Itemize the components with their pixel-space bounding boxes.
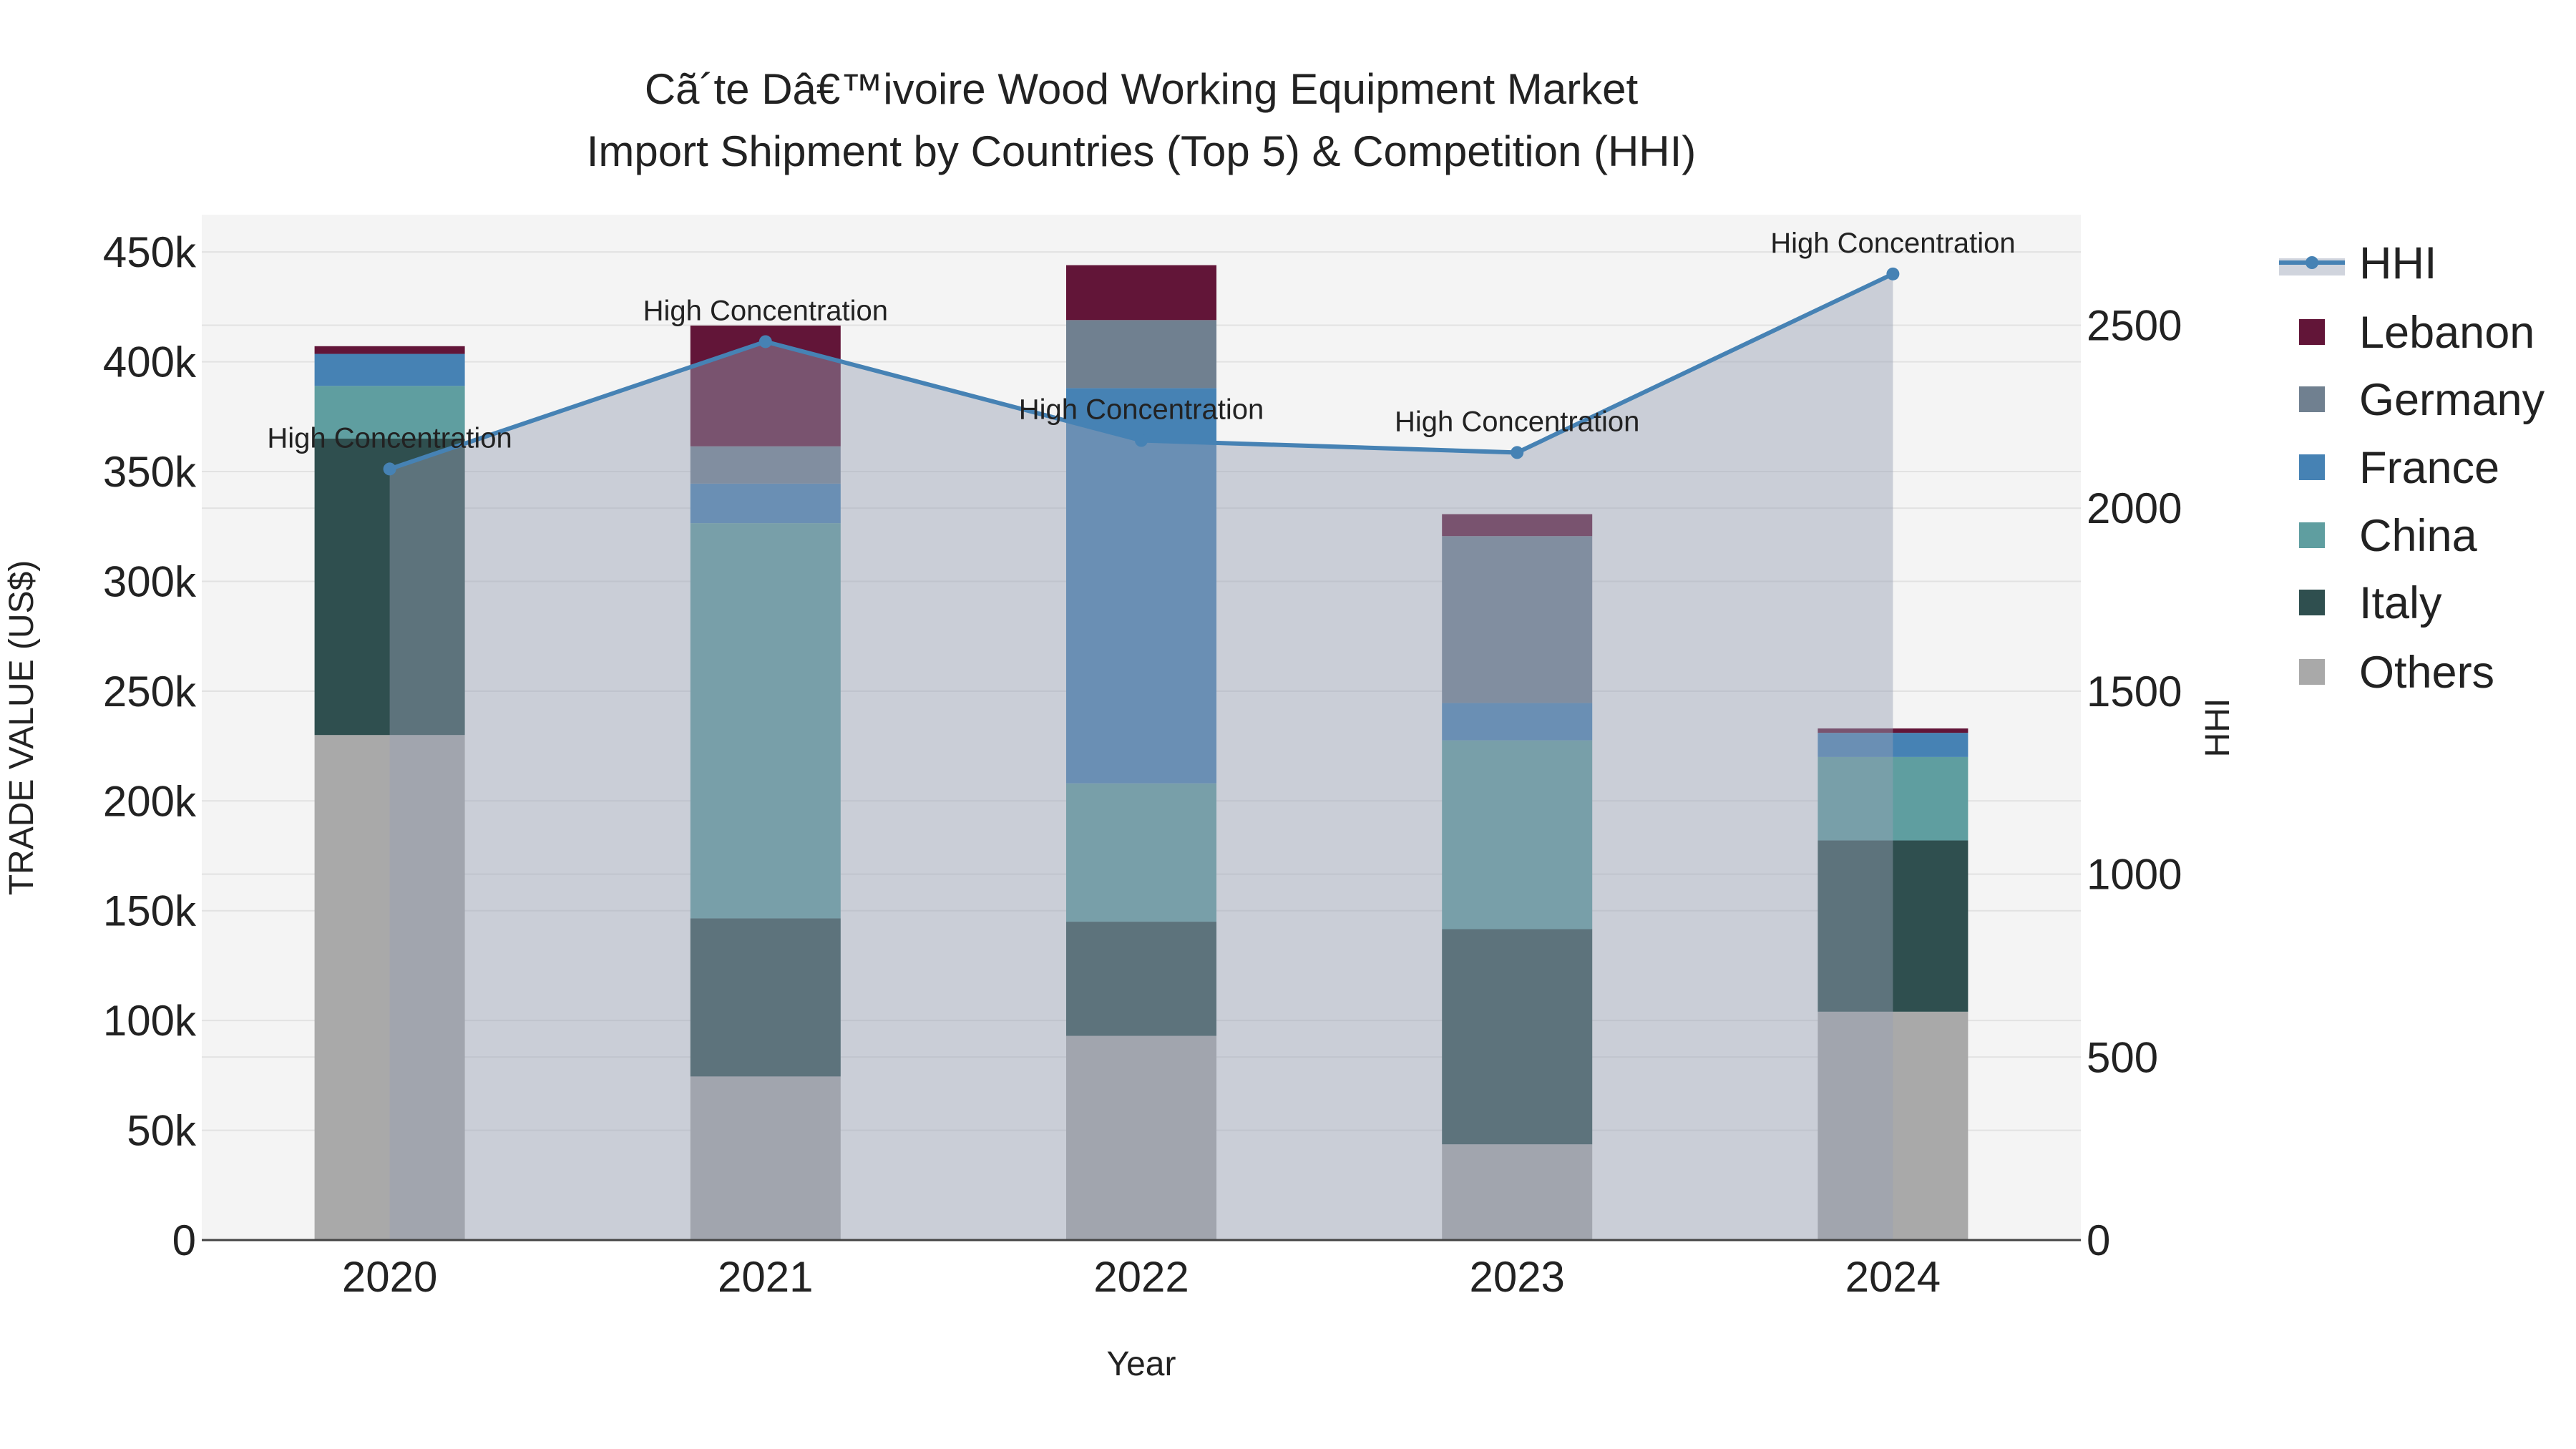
y2-tick-label: 2500	[2087, 301, 2182, 349]
legend-swatch-others	[2299, 659, 2325, 685]
y2-tick-label: 1500	[2087, 668, 2182, 716]
bar-lebanon	[314, 346, 465, 354]
legend-swatch-lebanon	[2299, 319, 2325, 345]
legend-swatch-china	[2299, 522, 2325, 548]
y2-tick-label: 1000	[2087, 851, 2182, 899]
hhi-point	[1135, 434, 1148, 447]
y2-axis-title: HHI	[2199, 698, 2237, 758]
annotation: High Concentration	[1019, 394, 1264, 426]
chart: Cã´te Dâ€™ivoire Wood Working Equipment …	[3, 65, 2545, 1383]
y2-tick-label: 500	[2087, 1033, 2158, 1081]
x-tick-label: 2024	[1845, 1253, 1941, 1301]
annotation: High Concentration	[267, 422, 512, 454]
legend-label: France	[2359, 443, 2499, 493]
y-tick-label: 400k	[103, 338, 197, 386]
x-tick-label: 2022	[1093, 1253, 1189, 1301]
y2-tick-label: 2000	[2087, 484, 2182, 532]
y-tick-label: 350k	[103, 448, 197, 496]
chart-subtitle: Import Shipment by Countries (Top 5) & C…	[587, 127, 1697, 175]
annotation: High Concentration	[643, 295, 888, 326]
x-axis-title: Year	[1107, 1345, 1176, 1383]
legend-label: Lebanon	[2359, 308, 2534, 358]
annotation: High Concentration	[1770, 228, 2015, 259]
legend-swatch-france	[2299, 454, 2325, 480]
bar-germany	[1066, 320, 1216, 389]
y-tick-label: 0	[172, 1216, 196, 1264]
bar-france	[314, 353, 465, 386]
y-axis-title: TRADE VALUE (US$)	[3, 560, 41, 896]
y-tick-label: 200k	[103, 777, 197, 825]
legend-label: China	[2359, 511, 2478, 561]
x-tick-label: 2020	[342, 1253, 437, 1301]
legend-hhi-marker	[2306, 256, 2318, 269]
legend-swatch-italy	[2299, 590, 2325, 615]
bar-lebanon	[1066, 265, 1216, 321]
y-tick-label: 450k	[103, 228, 197, 276]
annotation: High Concentration	[1395, 406, 1639, 437]
y-tick-label: 250k	[103, 668, 197, 716]
x-tick-label: 2021	[718, 1253, 813, 1301]
legend-swatch-germany	[2299, 386, 2325, 412]
y-tick-label: 100k	[103, 997, 197, 1045]
chart-title: Cã´te Dâ€™ivoire Wood Working Equipment …	[645, 65, 1639, 113]
legend-label: Italy	[2359, 578, 2442, 628]
hhi-point	[1886, 267, 1900, 280]
hhi-point	[758, 335, 772, 348]
y2-tick-label: 0	[2087, 1216, 2110, 1264]
legend-label: Others	[2359, 648, 2494, 698]
legend-label: Germany	[2359, 375, 2545, 425]
hhi-point	[383, 462, 396, 476]
y-tick-label: 50k	[127, 1107, 197, 1155]
y-tick-label: 150k	[103, 887, 197, 935]
legend-label: HHI	[2359, 238, 2437, 288]
hhi-point	[1511, 446, 1524, 459]
x-tick-label: 2023	[1469, 1253, 1564, 1301]
y-tick-label: 300k	[103, 557, 197, 605]
